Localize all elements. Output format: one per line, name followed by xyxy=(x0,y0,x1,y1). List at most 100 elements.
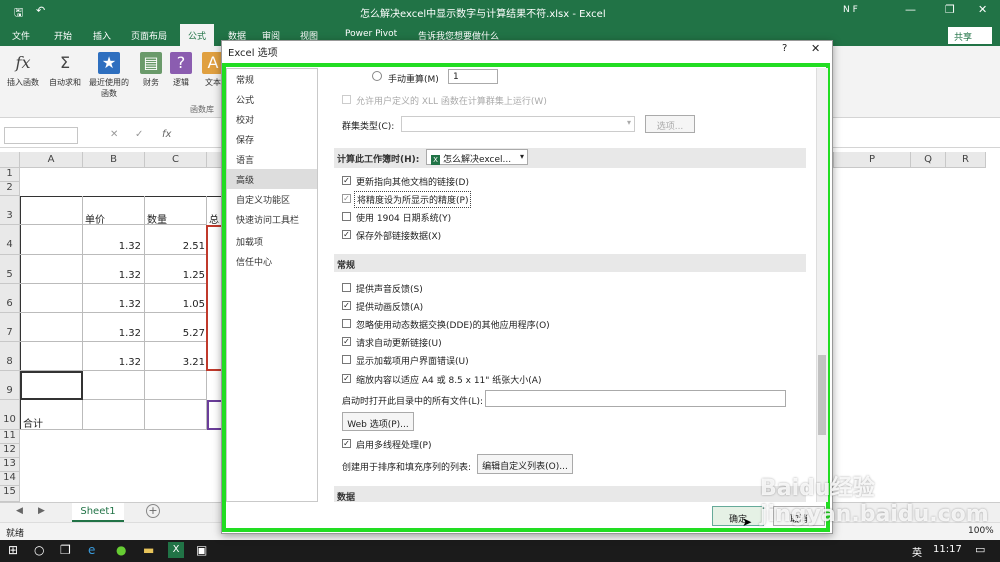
select-all-corner[interactable] xyxy=(0,152,20,168)
notification-icon[interactable]: ▭ xyxy=(975,543,985,556)
add-sheet-icon[interactable]: + xyxy=(146,504,160,518)
nav-customize-ribbon[interactable]: 自定义功能区 xyxy=(227,189,317,209)
col-header-r[interactable]: R xyxy=(946,152,986,168)
nav-addins[interactable]: 加载项 xyxy=(227,231,317,251)
qty-cell[interactable]: 2.51 xyxy=(145,225,207,255)
table-cell[interactable] xyxy=(83,400,145,430)
minimize-icon[interactable]: — xyxy=(905,3,916,16)
nav-advanced[interactable]: 高级 xyxy=(227,169,317,189)
cortana-icon[interactable]: ○ xyxy=(34,543,44,557)
col-header-b[interactable]: B xyxy=(83,152,145,168)
fx-icon[interactable]: fx xyxy=(162,129,171,140)
col-header-d[interactable] xyxy=(207,152,222,168)
prev-sheet-icon[interactable]: ◀ xyxy=(16,506,23,516)
recent-functions-button[interactable]: ★ 最近使用的函数 xyxy=(86,52,132,99)
table-cell[interactable] xyxy=(145,371,207,400)
price-cell[interactable]: 1.32 xyxy=(83,313,145,342)
row-header[interactable]: 14 xyxy=(0,472,20,486)
table-cell[interactable] xyxy=(20,342,83,371)
qty-cell[interactable]: 5.27 xyxy=(145,313,207,342)
table-cell[interactable] xyxy=(20,313,83,342)
animation-feedback-checkbox[interactable]: ✓ xyxy=(342,301,351,310)
workbook-select[interactable]: X 怎么解决excel... ▾ xyxy=(426,149,528,165)
addin-errors-checkbox[interactable] xyxy=(342,355,351,364)
name-box[interactable] xyxy=(4,127,78,144)
tab-home[interactable]: 开始 xyxy=(54,29,72,42)
price-cell[interactable]: 1.32 xyxy=(83,284,145,313)
row-header[interactable]: 4 xyxy=(0,225,20,255)
cluster-type-select[interactable]: ▾ xyxy=(401,116,635,132)
nav-trust-center[interactable]: 信任中心 xyxy=(227,251,317,271)
undo-icon[interactable]: ↶ xyxy=(36,4,45,17)
tab-file[interactable]: 文件 xyxy=(12,29,30,42)
ignore-dde-checkbox[interactable] xyxy=(342,319,351,328)
table-cell[interactable] xyxy=(145,400,207,430)
row-header[interactable]: 6 xyxy=(0,284,20,313)
cancel-formula-icon[interactable]: ✕ xyxy=(110,129,118,140)
task-view-icon[interactable]: ❐ xyxy=(60,543,71,557)
price-cell[interactable]: 1.32 xyxy=(83,225,145,255)
close-dialog-icon[interactable]: ✕ xyxy=(811,42,820,55)
nav-formulas[interactable]: 公式 xyxy=(227,89,317,109)
update-links-checkbox[interactable]: ✓ xyxy=(342,176,351,185)
scale-a4-checkbox[interactable]: ✓ xyxy=(342,374,351,383)
multithread-checkbox[interactable]: ✓ xyxy=(342,439,351,448)
xll-checkbox[interactable] xyxy=(342,95,351,104)
qty-cell[interactable]: 3.21 xyxy=(145,342,207,371)
header-total[interactable]: 总 xyxy=(208,196,222,226)
col-header-q[interactable]: Q xyxy=(911,152,946,168)
date-1904-checkbox[interactable] xyxy=(342,212,351,221)
selected-cell-a9[interactable] xyxy=(20,371,83,400)
nav-general[interactable]: 常规 xyxy=(227,69,317,89)
col-header-a[interactable]: A xyxy=(20,152,83,168)
clock[interactable]: 11:17 xyxy=(933,544,962,555)
row-header[interactable]: 1 xyxy=(0,168,20,182)
total-label-cell[interactable]: 合计 xyxy=(20,400,83,430)
browser-icon[interactable]: ● xyxy=(116,543,126,557)
qty-cell[interactable]: 1.05 xyxy=(145,284,207,313)
row-header[interactable]: 10 xyxy=(0,400,20,430)
restore-icon[interactable]: ❐ xyxy=(945,3,955,16)
share-button[interactable]: 共享 xyxy=(948,27,992,44)
price-cell[interactable]: 1.32 xyxy=(83,255,145,284)
auto-update-links-checkbox[interactable]: ✓ xyxy=(342,337,351,346)
web-options-button[interactable]: Web 选项(P)... xyxy=(342,412,414,431)
row-header[interactable]: 7 xyxy=(0,313,20,342)
tab-page-layout[interactable]: 页面布局 xyxy=(131,29,167,42)
table-cell[interactable] xyxy=(20,196,83,225)
row-header[interactable]: 15 xyxy=(0,486,20,502)
col-header-c[interactable]: C xyxy=(145,152,207,168)
logical-button[interactable]: ? 逻辑 xyxy=(164,52,198,88)
row-header[interactable]: 3 xyxy=(0,196,20,225)
tab-formulas[interactable]: 公式 xyxy=(180,24,215,46)
nav-proofing[interactable]: 校对 xyxy=(227,109,317,129)
row-header[interactable]: 8 xyxy=(0,342,20,371)
options-scroll-thumb[interactable] xyxy=(818,355,826,435)
options-scrollbar[interactable] xyxy=(816,68,828,502)
tab-power-pivot[interactable]: Power Pivot xyxy=(345,29,397,39)
cluster-options-button[interactable]: 选项... xyxy=(645,115,695,133)
insert-function-button[interactable]: fx 插入函数 xyxy=(2,52,44,88)
precision-as-displayed-checkbox[interactable]: ✓ xyxy=(342,194,351,203)
nav-save[interactable]: 保存 xyxy=(227,129,317,149)
row-header[interactable]: 13 xyxy=(0,458,20,472)
ime-language[interactable]: 英 xyxy=(912,544,922,559)
sound-feedback-checkbox[interactable] xyxy=(342,283,351,292)
header-price[interactable]: 单价 xyxy=(83,196,145,226)
windows-start-icon[interactable]: ⊞ xyxy=(8,543,18,557)
grid-right-area[interactable] xyxy=(833,168,1000,502)
row-header[interactable]: 11 xyxy=(0,430,20,444)
save-icon[interactable]: 🖫 xyxy=(14,4,23,23)
table-cell[interactable] xyxy=(20,225,83,255)
manual-calc-radio[interactable] xyxy=(372,71,382,81)
nav-language[interactable]: 语言 xyxy=(227,149,317,169)
table-cell[interactable] xyxy=(20,255,83,284)
row-header[interactable]: 12 xyxy=(0,444,20,458)
nav-quick-access[interactable]: 快速访问工具栏 xyxy=(227,209,317,229)
financial-button[interactable]: ▤ 财务 xyxy=(134,52,168,88)
sheet-tab-sheet1[interactable]: Sheet1 xyxy=(72,503,124,522)
help-icon[interactable]: ? xyxy=(782,43,787,54)
row-header[interactable]: 5 xyxy=(0,255,20,284)
close-window-icon[interactable]: ✕ xyxy=(978,3,987,16)
confirm-formula-icon[interactable]: ✓ xyxy=(135,129,143,140)
